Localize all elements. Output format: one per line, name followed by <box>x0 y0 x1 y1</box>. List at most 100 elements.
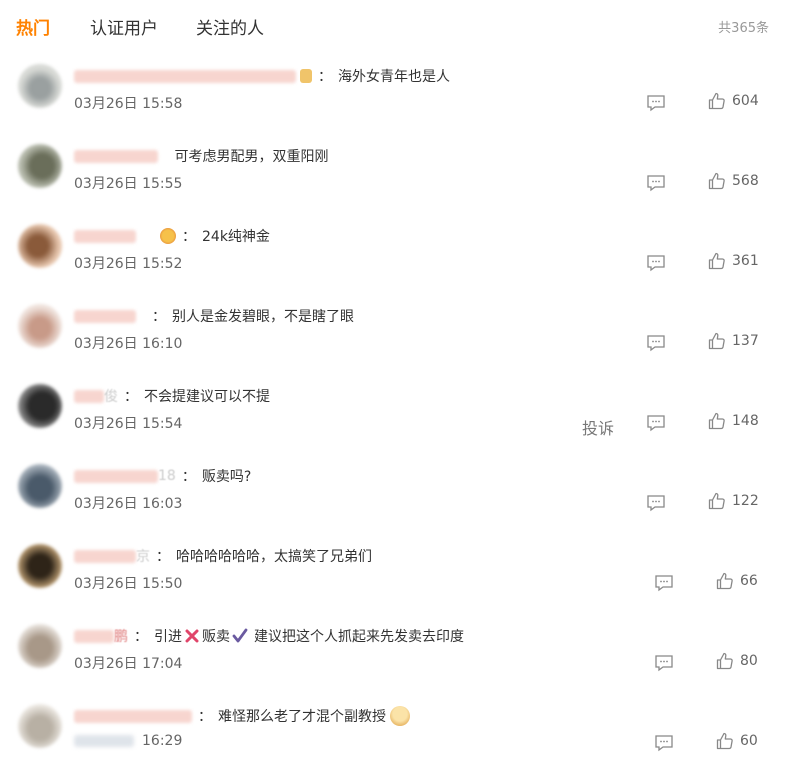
like-button[interactable]: 568 <box>708 172 759 190</box>
like-count: 568 <box>732 173 759 189</box>
reply-icon[interactable] <box>646 494 666 512</box>
username-blurred[interactable] <box>74 549 136 563</box>
tab-hot[interactable]: 热门 <box>16 14 50 39</box>
comment-item: ： 别人是金发碧眼，不是瞎了眼 03月26日 16:10 137 <box>0 290 787 370</box>
like-count: 122 <box>732 493 759 509</box>
thumbs-up-icon <box>708 92 725 110</box>
comment-text: 可考虑男配男，双重阳刚 <box>174 149 329 165</box>
username-suffix[interactable]: 京 <box>136 546 150 566</box>
like-count: 80 <box>740 653 758 669</box>
comment-tabs: 热门 认证用户 关注的人 共365条 <box>0 0 787 50</box>
comment-item: 鹏 ： 引进 贩卖 建议把这个人抓起来先发卖去印度 03月26日 17:04 8… <box>0 610 787 690</box>
thumbs-up-icon <box>716 732 733 750</box>
thumbs-up-icon <box>716 572 733 590</box>
comment-text-part: 贩卖 <box>202 629 230 645</box>
username-suffix[interactable]: 18 <box>158 468 176 484</box>
comment-time: 03月26日 15:58 <box>74 96 183 112</box>
like-count: 604 <box>732 93 759 109</box>
date-blurred <box>74 735 134 747</box>
comment-time: 03月26日 15:52 <box>74 256 183 272</box>
thumbs-up-icon <box>708 412 725 430</box>
comment-time-row: 16:29 <box>74 733 182 749</box>
avatar[interactable] <box>18 544 62 588</box>
comment-text-part: 引进 <box>154 629 182 645</box>
comment-text: 海外女青年也是人 <box>338 69 450 85</box>
like-button[interactable]: 604 <box>708 92 759 110</box>
like-count: 361 <box>732 253 759 269</box>
like-count: 137 <box>732 333 759 349</box>
like-count: 148 <box>732 413 759 429</box>
reply-icon[interactable] <box>654 734 674 752</box>
thumbs-up-icon <box>708 252 725 270</box>
reply-icon[interactable] <box>646 254 666 272</box>
comment-text-part: 建议把这个人抓起来先发卖去印度 <box>254 629 464 645</box>
thumbs-up-icon <box>708 172 725 190</box>
medal-icon <box>300 69 312 83</box>
comment-item: ： 海外女青年也是人 03月26日 15:58 604 <box>0 50 787 130</box>
report-button[interactable]: 投诉 <box>582 415 614 439</box>
comment-time: 03月26日 15:54 <box>74 416 183 432</box>
like-button[interactable]: 80 <box>716 652 758 670</box>
comment-item: 可考虑男配男，双重阳刚 03月26日 15:55 568 <box>0 130 787 210</box>
comment-text: 贩卖吗? <box>201 469 252 485</box>
comment-item: ： 24k纯神金 03月26日 15:52 361 <box>0 210 787 290</box>
username-blurred[interactable] <box>74 389 104 403</box>
avatar[interactable] <box>18 64 62 108</box>
like-button[interactable]: 60 <box>716 732 758 750</box>
comment-item: 18 ： 贩卖吗? 03月26日 16:03 122 <box>0 450 787 530</box>
comment-time: 03月26日 16:10 <box>74 336 183 352</box>
comment-time: 03月26日 15:55 <box>74 176 183 192</box>
username-blurred[interactable] <box>74 69 296 83</box>
username-suffix[interactable]: 俊 <box>104 386 118 406</box>
avatar[interactable] <box>18 704 62 748</box>
comment-time: 03月26日 17:04 <box>74 656 183 672</box>
doge-emoji-icon <box>390 706 410 726</box>
crown-emoji-icon <box>160 228 176 244</box>
like-button[interactable]: 148 <box>708 412 759 430</box>
cross-mark-icon <box>185 629 199 643</box>
avatar[interactable] <box>18 624 62 668</box>
username-blurred[interactable] <box>74 149 158 163</box>
check-mark-icon <box>232 628 248 643</box>
like-count: 60 <box>740 733 758 749</box>
reply-icon[interactable] <box>654 574 674 592</box>
reply-icon[interactable] <box>646 174 666 192</box>
reply-icon[interactable] <box>646 94 666 112</box>
comment-time: 03月26日 16:03 <box>74 496 183 512</box>
comment-total-count: 共365条 <box>718 21 769 36</box>
thumbs-up-icon <box>716 652 733 670</box>
username-blurred[interactable] <box>74 309 136 323</box>
thumbs-up-icon <box>708 492 725 510</box>
comment-text: 不会提建议可以不提 <box>144 389 270 405</box>
reply-icon[interactable] <box>654 654 674 672</box>
avatar[interactable] <box>18 464 62 508</box>
username-blurred[interactable] <box>74 629 114 643</box>
username-blurred[interactable] <box>74 469 158 483</box>
username-blurred[interactable] <box>74 709 192 723</box>
avatar[interactable] <box>18 144 62 188</box>
avatar[interactable] <box>18 384 62 428</box>
tab-verified-users[interactable]: 认证用户 <box>90 14 158 39</box>
comment-list: ： 海外女青年也是人 03月26日 15:58 604 可考虑男配男，双重阳刚 … <box>0 50 787 770</box>
like-count: 66 <box>740 573 758 589</box>
reply-icon[interactable] <box>646 334 666 352</box>
username-suffix[interactable]: 鹏 <box>114 626 128 646</box>
tab-following[interactable]: 关注的人 <box>196 14 264 39</box>
avatar[interactable] <box>18 304 62 348</box>
like-button[interactable]: 66 <box>716 572 758 590</box>
thumbs-up-icon <box>708 332 725 350</box>
reply-icon[interactable] <box>646 414 666 432</box>
avatar[interactable] <box>18 224 62 268</box>
comment-item: 俊 ： 不会提建议可以不提 03月26日 15:54 148 <box>0 370 787 450</box>
like-button[interactable]: 361 <box>708 252 759 270</box>
comment-item: 京 ： 哈哈哈哈哈哈，太搞笑了兄弟们 03月26日 15:50 66 <box>0 530 787 610</box>
comment-time: 16:29 <box>142 733 183 749</box>
comment-time: 03月26日 15:50 <box>74 576 183 592</box>
comment-text: 24k纯神金 <box>202 229 270 245</box>
username-blurred[interactable] <box>74 229 136 243</box>
comment-text: 难怪那么老了才混个副教授 <box>218 709 386 725</box>
like-button[interactable]: 137 <box>708 332 759 350</box>
comment-text: 别人是金发碧眼，不是瞎了眼 <box>172 309 354 325</box>
like-button[interactable]: 122 <box>708 492 759 510</box>
comment-text: 哈哈哈哈哈哈，太搞笑了兄弟们 <box>176 549 372 565</box>
